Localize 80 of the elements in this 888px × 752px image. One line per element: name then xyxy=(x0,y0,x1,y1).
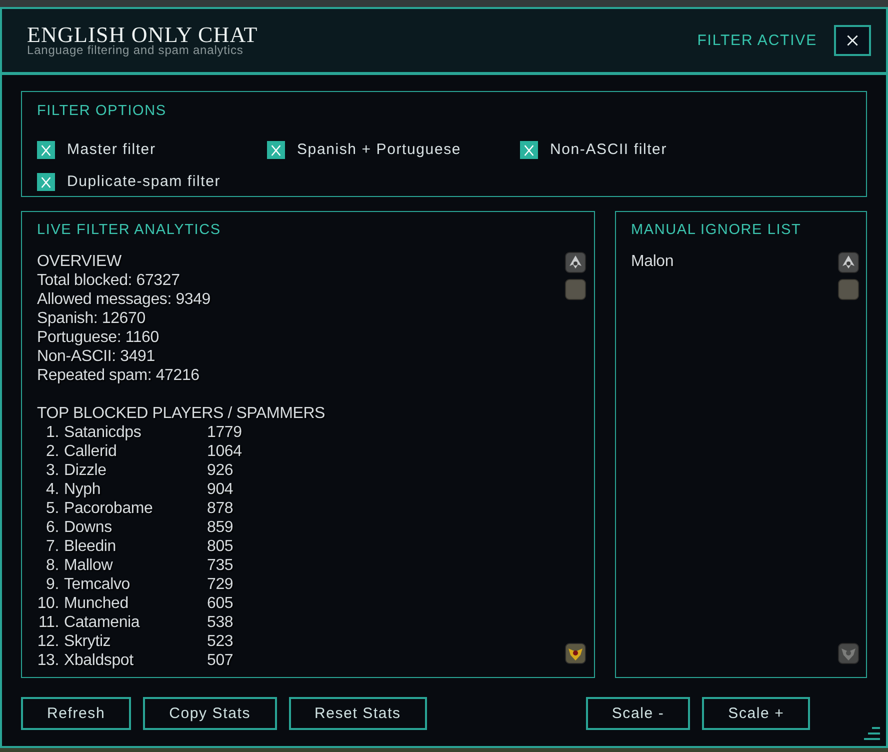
checkbox-label[interactable]: Master filter xyxy=(67,141,156,159)
player-name: Mallow xyxy=(64,556,114,575)
player-name: Catamenia xyxy=(64,613,141,632)
section-title: MANUAL IGNORE LIST xyxy=(631,222,802,239)
scroll-up-icon[interactable] xyxy=(565,252,586,273)
close-button[interactable] xyxy=(834,25,871,56)
stat-line: Total blocked: 67327 xyxy=(37,271,180,290)
player-name: Temcalvo xyxy=(64,575,131,594)
section-title: FILTER OPTIONS xyxy=(37,103,166,120)
copy-stats-button[interactable]: Copy Stats xyxy=(143,697,276,730)
scale-up-button[interactable]: Scale + xyxy=(702,697,810,730)
checkbox-label[interactable]: Duplicate-spam filter xyxy=(67,173,221,191)
rank-number: 5. xyxy=(45,499,59,518)
player-name: Satanicdps xyxy=(64,423,142,442)
section-title: LIVE FILTER ANALYTICS xyxy=(37,222,221,239)
block-count: 523 xyxy=(207,632,234,651)
rank-number: 1. xyxy=(45,423,59,442)
ignored-player-name[interactable]: Malon xyxy=(631,252,674,271)
block-count: 878 xyxy=(207,499,234,518)
block-count: 859 xyxy=(207,518,234,537)
x-mark-icon xyxy=(41,176,51,188)
rank-number: 13. xyxy=(37,651,59,670)
filter-status-label: FILTER ACTIVE xyxy=(697,32,817,49)
rank-number: 7. xyxy=(45,537,59,556)
rank-number: 3. xyxy=(45,461,59,480)
x-mark-icon xyxy=(524,144,534,156)
player-name: Xbaldspot xyxy=(64,651,134,670)
resize-grip-icon[interactable] xyxy=(864,727,880,740)
refresh-button[interactable]: Refresh xyxy=(21,697,132,730)
close-icon xyxy=(847,35,858,46)
rank-number: 8. xyxy=(45,556,59,575)
player-name: Bleedin xyxy=(64,537,117,556)
window-subtitle: Language filtering and spam analytics xyxy=(27,44,244,56)
rank-number: 11. xyxy=(38,613,59,632)
rank-number: 2. xyxy=(45,442,59,461)
player-name: Callerid xyxy=(64,442,118,461)
block-count: 1064 xyxy=(207,442,242,461)
block-count: 735 xyxy=(207,556,234,575)
scroll-down-icon[interactable] xyxy=(565,643,586,664)
rank-number: 4. xyxy=(45,480,59,499)
block-count: 926 xyxy=(207,461,234,480)
window-title: ENGLISH ONLY CHAT xyxy=(27,24,258,44)
checkbox-label[interactable]: Spanish + Portuguese xyxy=(297,141,462,159)
player-name: Skrytiz xyxy=(64,632,112,651)
block-count: 805 xyxy=(207,537,234,556)
overview-heading: OVERVIEW xyxy=(37,252,122,271)
reset-stats-button[interactable]: Reset Stats xyxy=(288,697,427,730)
stat-line: Spanish: 12670 xyxy=(37,309,146,328)
rank-number: 6. xyxy=(45,518,59,537)
scroll-thumb[interactable] xyxy=(838,279,859,300)
player-name: Pacorobame xyxy=(64,499,154,518)
rank-number: 10. xyxy=(37,594,59,613)
stat-line: Non-ASCII: 3491 xyxy=(37,347,155,366)
checkbox-label[interactable]: Non-ASCII filter xyxy=(550,141,667,159)
block-count: 729 xyxy=(207,575,234,594)
checkbox[interactable] xyxy=(37,141,55,159)
checkbox[interactable] xyxy=(520,141,538,159)
scroll-thumb[interactable] xyxy=(565,279,586,300)
stat-line: Portuguese: 1160 xyxy=(37,328,159,347)
scroll-down-icon[interactable] xyxy=(838,643,859,664)
block-count: 538 xyxy=(207,613,234,632)
player-name: Munched xyxy=(64,594,130,613)
block-count: 507 xyxy=(207,651,234,670)
ranking-heading: TOP BLOCKED PLAYERS / SPAMMERS xyxy=(37,404,326,423)
scroll-up-icon[interactable] xyxy=(838,252,859,273)
player-name: Nyph xyxy=(64,480,102,499)
scale-down-button[interactable]: Scale - xyxy=(586,697,690,730)
x-mark-icon xyxy=(271,144,281,156)
block-count: 1779 xyxy=(207,423,242,442)
player-name: Downs xyxy=(64,518,113,537)
checkbox[interactable] xyxy=(267,141,285,159)
rank-number: 9. xyxy=(45,575,59,594)
stat-line: Allowed messages: 9349 xyxy=(37,290,210,309)
stat-line: Repeated spam: 47216 xyxy=(37,366,200,385)
checkbox[interactable] xyxy=(37,173,55,191)
block-count: 605 xyxy=(207,594,234,613)
block-count: 904 xyxy=(207,480,234,499)
rank-number: 12. xyxy=(37,632,59,651)
x-mark-icon xyxy=(41,144,51,156)
player-name: Dizzle xyxy=(64,461,108,480)
